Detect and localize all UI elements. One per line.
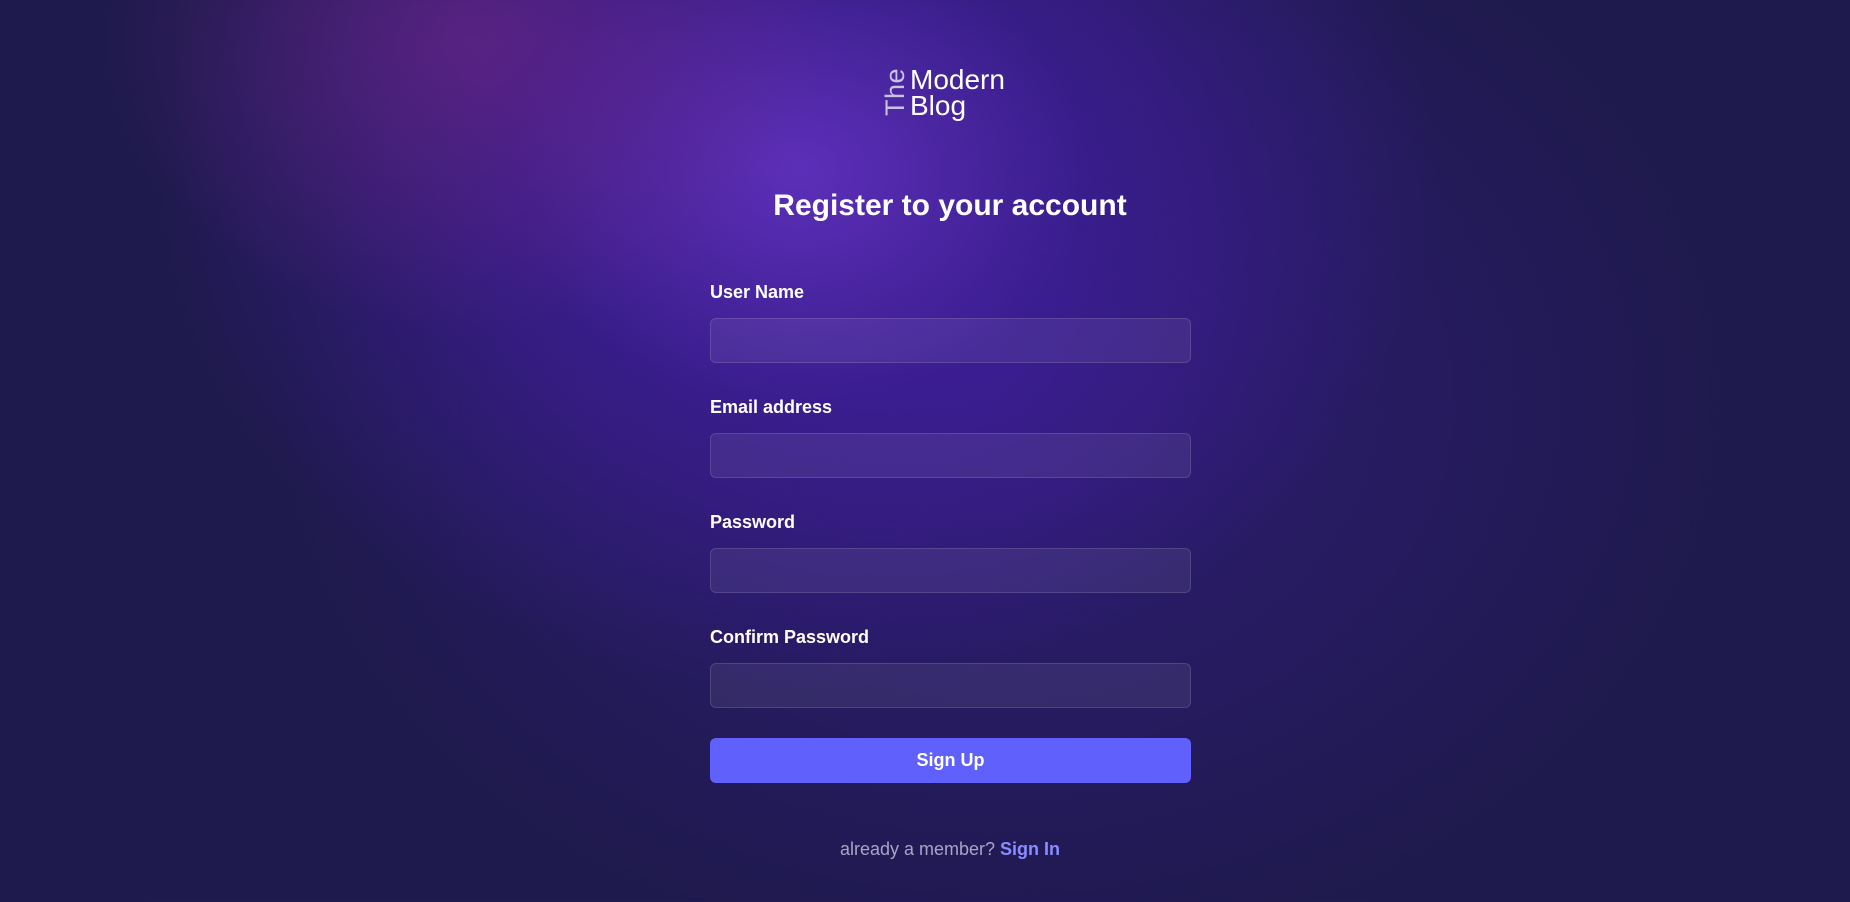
page-title: Register to your account — [773, 189, 1127, 222]
email-label: Email address — [710, 397, 833, 417]
confirm-password-input[interactable] — [710, 663, 1191, 708]
sign-up-button[interactable]: Sign Up — [710, 738, 1191, 783]
password-label: Password — [710, 512, 796, 532]
logo-the-text: The — [880, 67, 910, 116]
logo-blog-text: Blog — [910, 90, 967, 121]
footer-signin-prompt: already a member? Sign In — [0, 837, 1850, 861]
username-field-group: User Name — [710, 280, 1191, 363]
email-field-group: Email address — [710, 395, 1191, 478]
confirm-password-field-group: Confirm Password — [710, 625, 1191, 708]
register-form: User Name Email address Password Confirm… — [710, 280, 1191, 740]
confirm-password-label: Confirm Password — [710, 627, 870, 647]
site-logo[interactable]: The Modern Blog — [880, 64, 1022, 122]
email-input[interactable] — [710, 433, 1191, 478]
sign-in-link[interactable]: Sign In — [1000, 839, 1060, 859]
username-input[interactable] — [710, 318, 1191, 363]
password-field-group: Password — [710, 510, 1191, 593]
password-input[interactable] — [710, 548, 1191, 593]
username-label: User Name — [710, 282, 805, 302]
already-member-text: already a member? — [839, 839, 996, 859]
